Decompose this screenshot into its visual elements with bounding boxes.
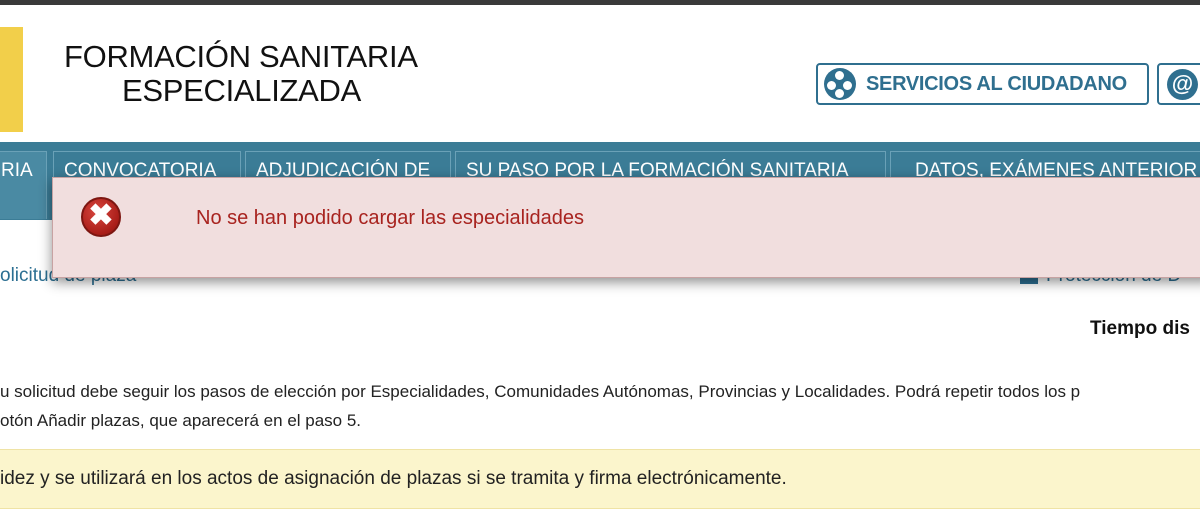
warning-notice: idez y se utilizará en los actos de asig… <box>0 449 1200 509</box>
instructions-text: u solicitud debe seguir los pasos de ele… <box>0 377 1200 435</box>
error-message: No se han podido cargar las especialidad… <box>196 207 585 229</box>
nav-tab-0[interactable]: RIA <box>0 151 47 219</box>
error-toast[interactable]: ✖ No se han podido cargar las especialid… <box>52 177 1200 278</box>
people-icon <box>824 68 856 100</box>
at-sign-icon: @ <box>1167 69 1198 100</box>
instructions-line1: u solicitud debe seguir los pasos de ele… <box>0 382 1081 401</box>
top-border <box>0 0 1200 5</box>
warning-notice-text: idez y se utilizará en los actos de asig… <box>0 468 787 489</box>
error-icon[interactable]: ✖ <box>81 197 121 237</box>
site-title[interactable]: FORMACIÓN SANITARIA ESPECIALIZADA <box>64 40 444 108</box>
services-citizen-button[interactable]: SERVICIOS AL CIUDADANO <box>816 63 1149 105</box>
instructions-line2: otón Añadir plazas, que aparecerá en el … <box>0 411 362 430</box>
site-title-line1: FORMACIÓN SANITARIA <box>64 39 418 74</box>
email-contact-button[interactable]: @ <box>1157 63 1200 105</box>
site-title-line2: ESPECIALIZADA <box>122 73 362 108</box>
services-citizen-label: SERVICIOS AL CIUDADANO <box>866 72 1127 95</box>
logo-bar <box>0 27 23 132</box>
remaining-time-label: Tiempo dis <box>1090 318 1190 339</box>
